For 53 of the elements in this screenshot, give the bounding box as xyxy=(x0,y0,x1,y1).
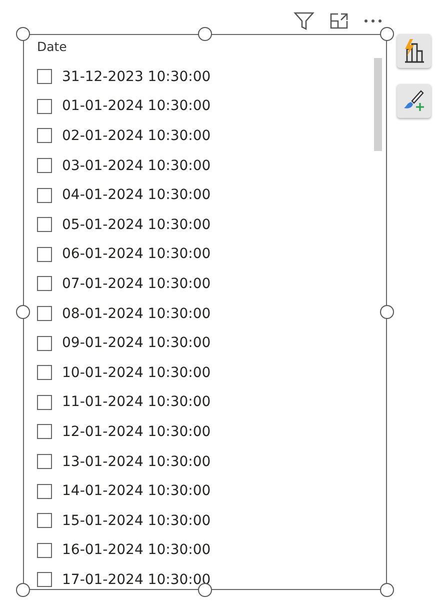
checkbox[interactable] xyxy=(37,158,52,174)
date-option-label[interactable]: 03-01-2024 10:30:00 xyxy=(62,158,211,174)
checkbox[interactable] xyxy=(37,188,52,203)
visual-format-button[interactable] xyxy=(397,34,431,68)
checkbox[interactable] xyxy=(37,98,52,114)
resize-handle[interactable] xyxy=(16,27,30,41)
resize-handle[interactable] xyxy=(16,583,30,597)
date-option-label[interactable]: 14-01-2024 10:30:00 xyxy=(62,483,211,500)
checkbox[interactable] xyxy=(37,246,52,262)
date-option-label[interactable]: 07-01-2024 10:30:00 xyxy=(62,276,211,292)
checkbox[interactable] xyxy=(37,394,52,410)
date-option-label[interactable]: 02-01-2024 10:30:00 xyxy=(62,128,211,144)
date-option-label[interactable]: 13-01-2024 10:30:00 xyxy=(62,454,211,470)
date-option-label[interactable]: 08-01-2024 10:30:00 xyxy=(62,306,211,322)
paintbrush-icon xyxy=(402,89,426,113)
checkbox[interactable] xyxy=(37,542,52,558)
format-brush-button[interactable] xyxy=(397,84,431,118)
checkbox[interactable] xyxy=(37,572,52,588)
date-option-label[interactable]: 17-01-2024 10:30:00 xyxy=(62,572,211,588)
checkbox[interactable] xyxy=(37,484,52,499)
checkbox[interactable] xyxy=(37,365,52,380)
checkbox[interactable] xyxy=(37,424,52,440)
resize-handle[interactable] xyxy=(380,27,394,41)
resize-handle[interactable] xyxy=(198,583,212,597)
more-options-icon[interactable] xyxy=(363,18,383,24)
date-option-label[interactable]: 05-01-2024 10:30:00 xyxy=(62,216,211,233)
date-option-label[interactable]: 12-01-2024 10:30:00 xyxy=(62,424,211,440)
date-option-label[interactable]: 09-01-2024 10:30:00 xyxy=(62,335,211,352)
checkbox[interactable] xyxy=(37,276,52,292)
checkbox[interactable] xyxy=(37,306,52,322)
scrollbar[interactable] xyxy=(374,58,382,151)
bar-chart-icon xyxy=(402,38,426,64)
checkbox[interactable] xyxy=(37,513,52,528)
checkbox[interactable] xyxy=(37,69,52,84)
resize-handle[interactable] xyxy=(380,305,394,319)
date-option-label[interactable]: 04-01-2024 10:30:00 xyxy=(62,187,211,204)
focus-mode-icon[interactable] xyxy=(329,12,349,30)
date-option-label[interactable]: 10-01-2024 10:30:00 xyxy=(62,364,211,381)
resize-handle[interactable] xyxy=(380,583,394,597)
resize-handle[interactable] xyxy=(16,305,30,319)
checkbox[interactable] xyxy=(37,217,52,232)
date-option-label[interactable]: 11-01-2024 10:30:00 xyxy=(62,394,211,410)
date-option-label[interactable]: 16-01-2024 10:30:00 xyxy=(62,542,211,558)
filter-icon[interactable] xyxy=(293,10,315,30)
date-option-label[interactable]: 31-12-2023 10:30:00 xyxy=(62,68,211,85)
slicer-title: Date xyxy=(37,40,68,56)
date-option-label[interactable]: 15-01-2024 10:30:00 xyxy=(62,512,211,529)
date-option-label[interactable]: 01-01-2024 10:30:00 xyxy=(62,98,211,114)
date-option-label[interactable]: 06-01-2024 10:30:00 xyxy=(62,246,211,262)
checkbox[interactable] xyxy=(37,454,52,470)
resize-handle[interactable] xyxy=(198,27,212,41)
checkbox[interactable] xyxy=(37,128,52,144)
checkbox[interactable] xyxy=(37,336,52,351)
